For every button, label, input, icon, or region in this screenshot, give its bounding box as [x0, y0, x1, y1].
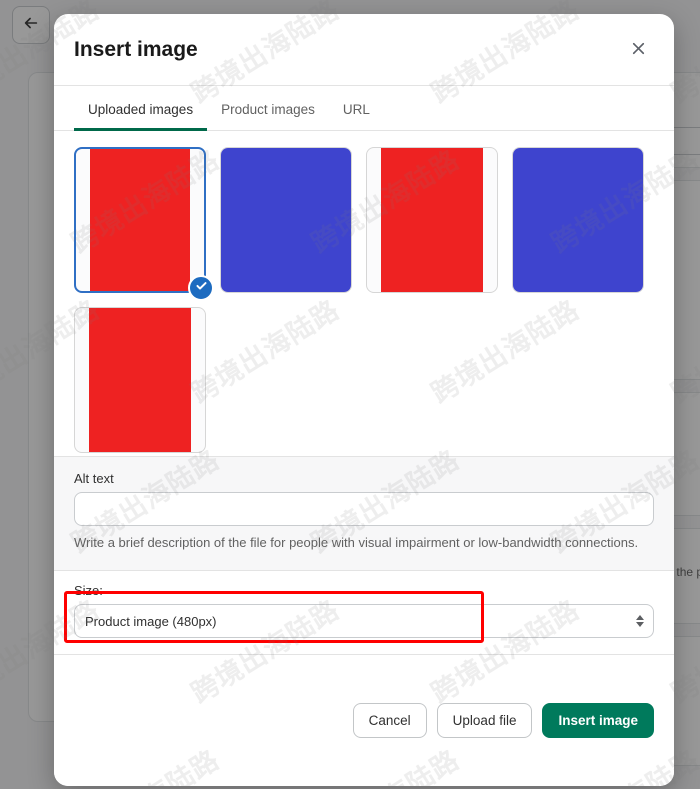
alt-text-label: Alt text [74, 471, 114, 486]
thumbnail-image [513, 148, 643, 292]
tab-product-images[interactable]: Product images [207, 102, 329, 131]
cancel-button[interactable]: Cancel [352, 703, 427, 739]
size-section: Size: Product image (480px) [54, 570, 674, 655]
modal-tabs: Uploaded images Product images URL [54, 86, 674, 131]
tab-url[interactable]: URL [329, 102, 384, 131]
thumbnail-1[interactable] [74, 147, 214, 301]
alt-text-help: Write a brief description of the file fo… [74, 535, 639, 550]
thumbnail-image [75, 308, 205, 452]
alt-text-section: Alt text Write a brief description of th… [54, 456, 674, 571]
upload-file-button[interactable]: Upload file [436, 703, 533, 739]
thumbnail-image [221, 148, 351, 292]
tab-uploaded-images[interactable]: Uploaded images [74, 102, 208, 131]
thumbnail-4[interactable] [512, 147, 644, 293]
thumbnail-image [367, 148, 497, 292]
modal-title: Insert image [74, 37, 198, 61]
insert-image-button[interactable]: Insert image [542, 703, 654, 739]
thumbnail-image [76, 149, 204, 291]
size-label: Size: [74, 583, 103, 599]
thumbnail-3[interactable] [366, 147, 498, 293]
insert-image-modal: Insert image Uploaded images Product ima… [54, 14, 674, 786]
thumbnail-2[interactable] [220, 147, 352, 293]
check-icon [195, 279, 208, 297]
screen-root: Title 34 Description licat Status Active [0, 0, 700, 789]
size-select-wrap: Product image (480px) [74, 604, 654, 639]
thumbnail-5[interactable] [74, 307, 206, 453]
size-select[interactable]: Product image (480px) [74, 604, 654, 639]
thumbnail-grid [74, 147, 654, 453]
close-button[interactable] [622, 34, 654, 66]
image-picker-area [54, 131, 674, 456]
modal-header: Insert image [54, 14, 674, 86]
alt-text-input[interactable] [74, 492, 654, 526]
modal-footer: Cancel Upload file Insert image [54, 654, 674, 786]
selected-check-badge [188, 275, 214, 301]
close-icon [629, 39, 648, 61]
